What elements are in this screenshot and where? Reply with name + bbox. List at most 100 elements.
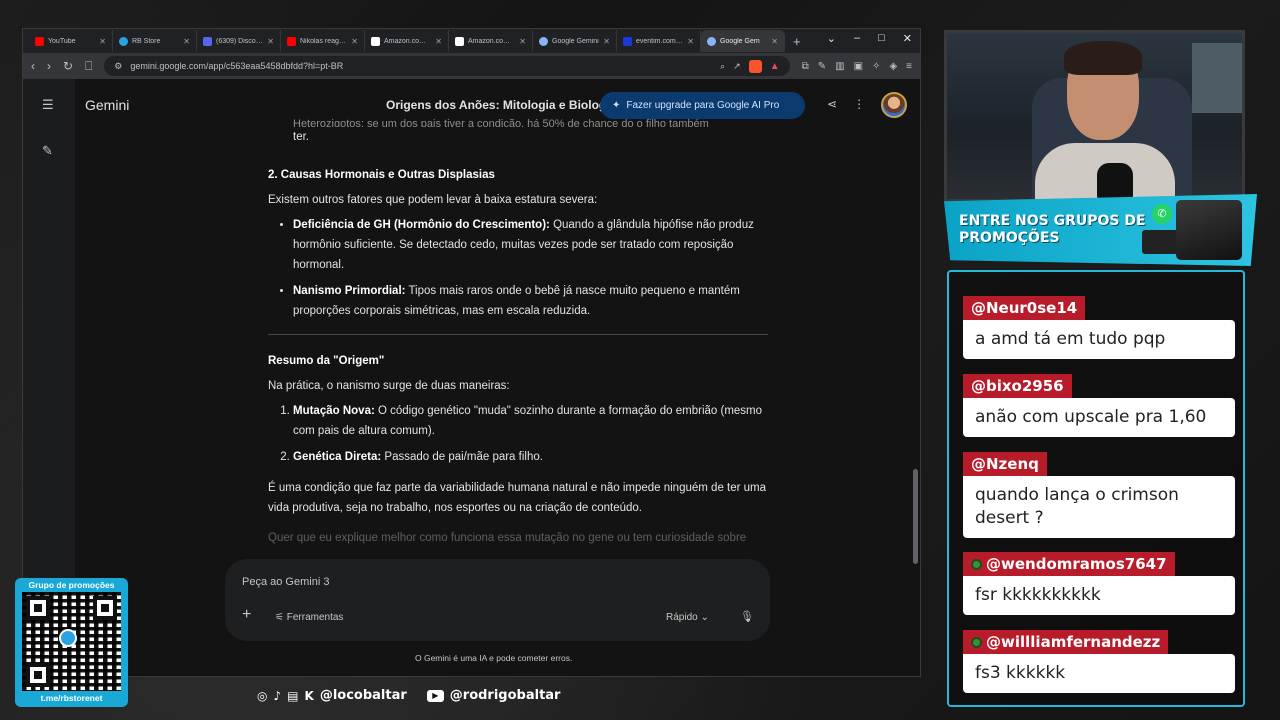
chat-message: @bixo2956 anão com upscale pra 1,60: [963, 374, 1235, 437]
discord-icon: [203, 36, 212, 46]
hamburger-menu-icon[interactable]: ☰: [42, 97, 54, 113]
bullet-list: Deficiência de GH (Hormônio do Crescimen…: [268, 215, 768, 321]
share-icon[interactable]: ⋖: [827, 97, 837, 111]
vpn-icon[interactable]: ◈: [889, 61, 897, 72]
chat-title[interactable]: Origens dos Anões: Mitologia e Biologia: [386, 98, 616, 112]
chevron-down-icon[interactable]: ⌄: [827, 32, 836, 45]
mode-selector[interactable]: Rápido ⌄: [666, 612, 709, 623]
eventim-icon: [623, 36, 632, 46]
qr-finder: [93, 596, 117, 620]
close-icon[interactable]: ✕: [99, 37, 106, 46]
brave-shields-icon[interactable]: [748, 59, 762, 73]
upgrade-button[interactable]: ✦ Fazer upgrade para Google AI Pro: [600, 92, 805, 119]
youtube-icon: [287, 36, 296, 46]
tab-discord[interactable]: (6309) Discord | # ✕: [197, 30, 281, 52]
maximize-button[interactable]: □: [878, 32, 885, 45]
leo-icon[interactable]: ✧: [872, 61, 880, 72]
zoom-icon[interactable]: ⌕: [720, 61, 725, 72]
list-item: Nanismo Primordial: Tipos mais raros ond…: [293, 281, 768, 321]
browser-window: YouTube ✕ RB Store ✕ (6309) Discord | # ✕ N…: [22, 28, 921, 677]
close-icon[interactable]: ✕: [183, 37, 190, 46]
sidebar-icon[interactable]: ▥: [835, 61, 844, 72]
bookmark-icon[interactable]: ⎕: [85, 59, 92, 74]
section-intro: Na prática, o nanismo surge de duas mane…: [268, 380, 510, 392]
add-attachment-icon[interactable]: +: [242, 606, 251, 624]
qr-code: [22, 592, 121, 691]
close-icon[interactable]: ✕: [267, 37, 274, 46]
chat-message: @Nzenq quando lança o crimson desert ?: [963, 452, 1235, 538]
mode-label: Rápido: [666, 612, 698, 623]
chat-message: @willliamfernandezz fs3 kkkkkk: [963, 630, 1235, 693]
gemini-brand[interactable]: Gemini: [85, 97, 129, 113]
url-field[interactable]: ⚙ gemini.google.com/app/c563eaa5458dbfdd…: [104, 56, 790, 76]
chat-message: @Neur0se14 a amd tá em tudo pqp: [963, 296, 1235, 359]
close-icon[interactable]: ✕: [519, 37, 526, 46]
section-heading: 2. Causas Hormonais e Outras Displasias: [268, 169, 495, 181]
chat-username: @Nzenq: [963, 452, 1047, 476]
telegram-icon: [119, 36, 128, 46]
telegram-icon: [59, 629, 77, 647]
prompt-box[interactable]: Peça ao Gemini 3 + ⚟ Ferramentas Rápido …: [225, 559, 770, 641]
promo-text: ENTRE NOS GRUPOS DE PROMOÇÕES: [959, 213, 1146, 246]
tools-icon: ⚟: [275, 612, 287, 623]
close-window-button[interactable]: ✕: [903, 32, 912, 45]
reload-button[interactable]: ↻: [63, 59, 73, 73]
tab-rb-store[interactable]: RB Store ✕: [113, 30, 197, 52]
gemini-app: ☰ ✎ Gemini Origens dos Anões: Mitologia …: [23, 79, 920, 676]
tab-label: YouTube: [48, 37, 76, 45]
extensions-icon[interactable]: ⧉: [802, 61, 809, 72]
tab-youtube-2[interactable]: Nikolas reage ap ✕: [281, 30, 365, 52]
qr-finder: [26, 596, 50, 620]
wallet-icon[interactable]: ▣: [854, 61, 863, 72]
prompt-input[interactable]: Peça ao Gemini 3: [242, 576, 329, 588]
back-button[interactable]: ‹: [31, 59, 35, 73]
more-options-icon[interactable]: ⋮: [853, 97, 865, 111]
close-icon[interactable]: ✕: [351, 37, 358, 46]
extensions-bar: ⧉ ✎ ▥ ▣ ✧ ◈ ≡: [802, 61, 912, 72]
tab-amazon-2[interactable]: Amazon.com.br ✕: [449, 30, 533, 52]
avatar[interactable]: [881, 92, 907, 118]
tab-amazon[interactable]: Amazon.com.br ✕: [365, 30, 449, 52]
close-icon[interactable]: ✕: [687, 37, 694, 46]
minimize-button[interactable]: –: [854, 32, 860, 45]
amazon-icon: [455, 36, 464, 46]
close-icon[interactable]: ✕: [771, 37, 778, 46]
qr-title: Grupo de promoções: [28, 580, 115, 590]
tab-strip: YouTube ✕ RB Store ✕ (6309) Discord | # ✕ N…: [23, 29, 920, 53]
site-info-icon[interactable]: ⚙: [114, 61, 122, 72]
tab-label: Nikolas reage ap: [300, 37, 348, 45]
tab-label: Google Gem: [720, 37, 760, 45]
tab-youtube[interactable]: YouTube ✕: [29, 30, 113, 52]
promo-banner[interactable]: ENTRE NOS GRUPOS DE PROMOÇÕES ✆: [944, 194, 1257, 266]
tab-eventim[interactable]: eventim.com.br ✕: [617, 30, 701, 52]
tab-label: Amazon.com.br: [384, 37, 432, 45]
list-item: Genética Direta: Passado de pai/mãe para…: [293, 447, 768, 467]
tab-gemini[interactable]: Google Gemini ✕: [533, 30, 617, 52]
member-badge-icon: [971, 558, 982, 570]
tools-label: Ferramentas: [286, 612, 344, 623]
gemini-sparkle-icon: [707, 36, 716, 46]
chat-text: fsr kkkkkkkkkk: [963, 576, 1235, 615]
sparkle-icon: ✦: [612, 100, 621, 111]
close-icon[interactable]: ✕: [603, 37, 610, 46]
disclaimer: O Gemini é uma IA e pode cometer erros.: [415, 653, 573, 663]
translate-icon[interactable]: ✎: [818, 61, 826, 72]
brave-rewards-icon[interactable]: ▲: [770, 61, 780, 72]
new-tab-button[interactable]: +: [785, 34, 809, 49]
menu-icon[interactable]: ≡: [906, 61, 912, 72]
scrollbar[interactable]: [913, 469, 918, 564]
tab-gemini-active[interactable]: Google Gem ✕: [701, 30, 785, 52]
chat-username: @wendomramos7647: [986, 555, 1167, 573]
instagram-icon: ◎: [257, 688, 268, 703]
tools-button[interactable]: ⚟ Ferramentas: [275, 612, 343, 623]
close-icon[interactable]: ✕: [435, 37, 442, 46]
chat-text: fs3 kkkkkk: [963, 654, 1235, 693]
microphone: [1097, 163, 1133, 199]
tab-label: (6309) Discord | #: [216, 37, 263, 45]
microphone-icon[interactable]: 🎙: [740, 610, 754, 623]
share-icon[interactable]: ↗: [733, 61, 741, 72]
member-badge-icon: [971, 636, 982, 648]
new-chat-icon[interactable]: ✎: [42, 143, 53, 159]
forward-button[interactable]: ›: [47, 59, 51, 73]
chat-username-row: @wendomramos7647: [963, 552, 1175, 576]
